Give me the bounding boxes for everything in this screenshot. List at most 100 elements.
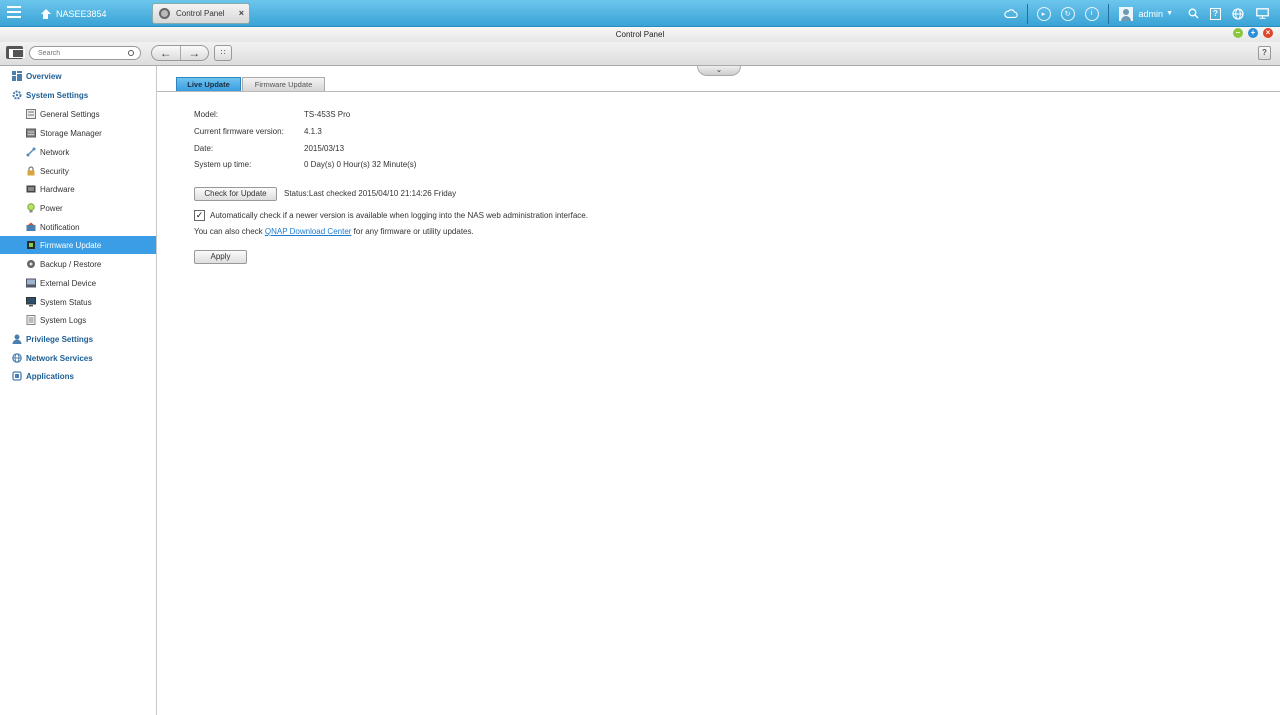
sidebar-item-system-settings[interactable]: System Settings: [0, 86, 156, 104]
note-suffix: for any firmware or utility updates.: [351, 227, 474, 236]
sidebar-item-network[interactable]: Network: [0, 143, 156, 161]
top-right-toolbar: ▸ ↻ i admin ▼ ?: [999, 3, 1274, 24]
search-icon[interactable]: [128, 50, 134, 56]
control-panel-toolbar: ← → ∷ ?: [0, 42, 1280, 66]
sidebar-toggle-icon[interactable]: [6, 46, 25, 59]
sidebar-item-label: External Device: [40, 278, 97, 288]
sidebar-item-system-status[interactable]: System Status: [0, 293, 156, 311]
sidebar-item-label: Power: [40, 203, 63, 213]
general-settings-icon: [26, 109, 36, 119]
sidebar-item-hardware[interactable]: Hardware: [0, 180, 156, 198]
minimize-button[interactable]: –: [1233, 28, 1243, 38]
info-value: 2015/03/13: [304, 143, 345, 153]
language-icon[interactable]: [1231, 7, 1245, 21]
monitor-icon: [26, 297, 36, 307]
window-title-bar: Control Panel – + ×: [0, 27, 1280, 42]
event-notification-icon[interactable]: i: [1084, 6, 1099, 21]
nas-name: NASEE3854: [56, 8, 107, 19]
control-panel-tab[interactable]: Control Panel ×: [152, 3, 250, 24]
info-label: Model:: [194, 110, 219, 119]
tab-live-update[interactable]: Live Update: [176, 77, 241, 91]
sidebar-item-label: Network Services: [26, 353, 93, 363]
info-row-date: Date: 2015/03/13: [194, 144, 416, 161]
sidebar-item-label: Network: [40, 147, 70, 157]
auto-check-label: Automatically check if a newer version i…: [210, 211, 588, 220]
navigation-buttons: ← →: [151, 45, 209, 61]
maximize-button[interactable]: +: [1248, 28, 1258, 38]
control-panel-icon: [159, 8, 170, 19]
sidebar-item-storage-manager[interactable]: Storage Manager: [0, 124, 156, 142]
info-label: System up time:: [194, 160, 252, 170]
back-button[interactable]: ←: [152, 46, 180, 60]
window-controls: – + ×: [1233, 28, 1273, 38]
info-label: Date:: [194, 143, 214, 153]
gear-icon: [12, 90, 22, 100]
sidebar-item-overview[interactable]: Overview: [0, 67, 156, 85]
control-panel-tab-label: Control Panel: [176, 9, 225, 18]
all-apps-button[interactable]: ∷: [214, 45, 232, 61]
qnap-download-center-link[interactable]: QNAP Download Center: [265, 227, 352, 236]
auto-check-checkbox[interactable]: ✓: [194, 210, 205, 221]
external-device-status-icon[interactable]: ↻: [1060, 6, 1075, 21]
chevron-down-icon[interactable]: ▼: [1166, 10, 1173, 17]
sidebar-item-label: General Settings: [40, 109, 100, 119]
sidebar-item-backup-restore[interactable]: Backup / Restore: [0, 255, 156, 273]
notification-icon: [26, 222, 36, 232]
sidebar: Overview System Settings General Setting…: [0, 66, 157, 715]
sidebar-item-label: Backup / Restore: [40, 259, 102, 269]
network-icon: [26, 147, 36, 157]
sidebar-item-privilege-settings[interactable]: Privilege Settings: [0, 330, 156, 348]
apply-button[interactable]: Apply: [194, 250, 247, 264]
collapse-handle[interactable]: ⌄: [697, 66, 741, 76]
sidebar-item-external-device[interactable]: External Device: [0, 274, 156, 292]
sidebar-item-firmware-update[interactable]: Firmware Update: [0, 236, 156, 254]
sidebar-item-label: System Status: [40, 297, 92, 307]
hardware-icon: [26, 184, 36, 194]
toolbar-divider: [1107, 3, 1109, 24]
sidebar-item-power[interactable]: Power: [0, 199, 156, 217]
close-tab-icon[interactable]: ×: [239, 8, 244, 18]
sidebar-item-network-services[interactable]: Network Services: [0, 349, 156, 367]
note-prefix: You can also check: [194, 227, 265, 236]
toolbar-divider: [1026, 3, 1028, 24]
nas-home-tab[interactable]: NASEE3854: [30, 3, 145, 24]
lock-icon: [26, 166, 36, 176]
sidebar-item-label: Hardware: [40, 184, 75, 194]
info-row-uptime: System up time: 0 Day(s) 0 Hour(s) 32 Mi…: [194, 160, 416, 177]
sidebar-item-applications[interactable]: Applications: [0, 367, 156, 385]
sidebar-item-security[interactable]: Security: [0, 162, 156, 180]
backup-icon: [26, 259, 36, 269]
tab-bar: Live Update Firmware Update: [157, 77, 1280, 92]
help-button[interactable]: ?: [1258, 46, 1271, 60]
top-bar: NASEE3854 Control Panel × ▸ ↻ i admin ▼ …: [0, 0, 1280, 27]
firmware-icon: [26, 240, 36, 250]
download-center-note: You can also check QNAP Download Center …: [194, 227, 474, 236]
help-icon[interactable]: ?: [1210, 7, 1221, 20]
check-for-update-button[interactable]: Check for Update: [194, 187, 277, 201]
close-window-button[interactable]: ×: [1263, 28, 1273, 38]
search-icon[interactable]: [1186, 7, 1200, 21]
background-tasks-icon[interactable]: ▸: [1036, 6, 1051, 21]
sidebar-item-label: System Logs: [40, 315, 87, 325]
info-value: 4.1.3: [304, 126, 322, 136]
info-row-firmware-version: Current firmware version: 4.1.3: [194, 127, 416, 144]
forward-button[interactable]: →: [179, 46, 209, 60]
tab-firmware-update[interactable]: Firmware Update: [242, 77, 325, 91]
applications-icon: [12, 371, 22, 381]
sidebar-item-label: System Settings: [26, 90, 89, 100]
sidebar-item-notification[interactable]: Notification: [0, 218, 156, 236]
window-title: Control Panel: [615, 30, 665, 39]
username[interactable]: admin: [1139, 9, 1164, 19]
info-value: 0 Day(s) 0 Hour(s) 32 Minute(s): [304, 160, 417, 170]
logs-icon: [26, 315, 36, 325]
sidebar-item-system-logs[interactable]: System Logs: [0, 311, 156, 329]
sidebar-item-label: Firmware Update: [40, 240, 102, 250]
cloud-icon[interactable]: [1003, 7, 1018, 21]
home-icon: [40, 8, 51, 19]
monitor-icon[interactable]: [1255, 7, 1269, 21]
sidebar-item-general-settings[interactable]: General Settings: [0, 105, 156, 123]
main-menu-icon[interactable]: [7, 6, 21, 20]
avatar[interactable]: [1118, 6, 1133, 21]
search-input[interactable]: [29, 46, 141, 60]
sidebar-item-label: Privilege Settings: [26, 334, 94, 344]
